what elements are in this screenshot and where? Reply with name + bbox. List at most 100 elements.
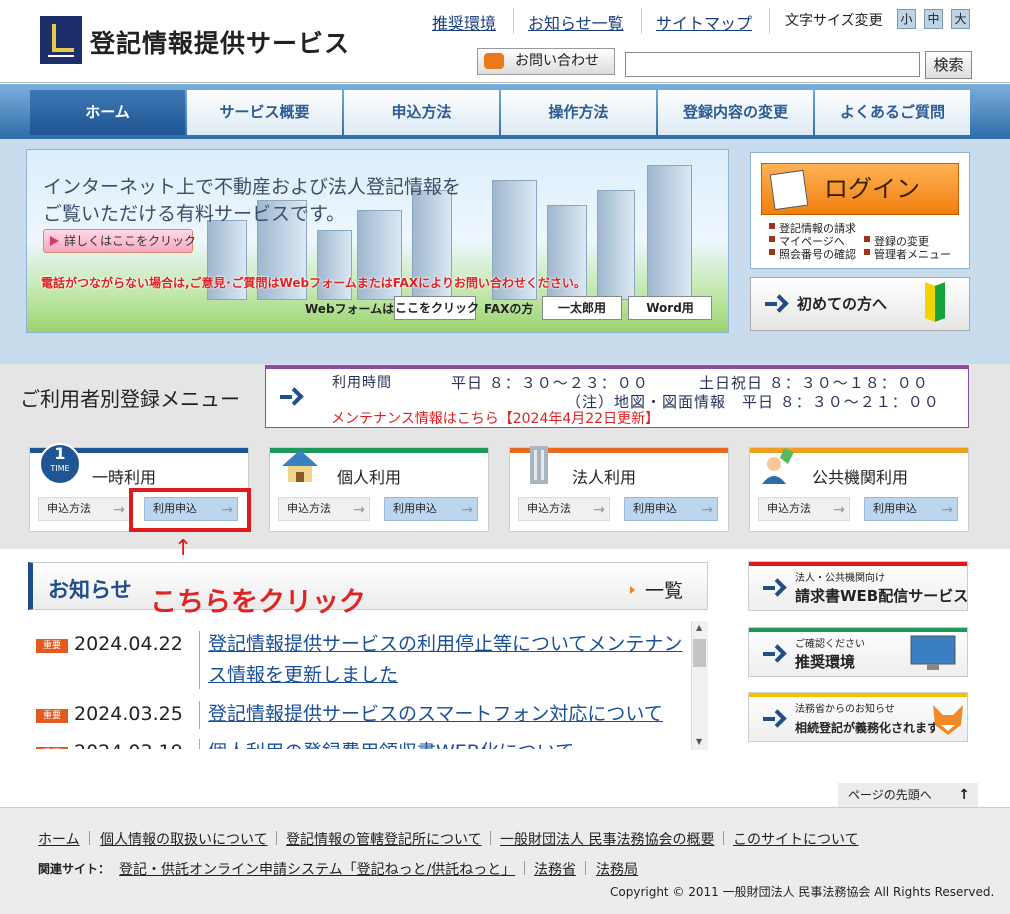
page-top-button[interactable]: ページの先頭へ ↑: [838, 783, 978, 807]
banner-subtitle: 法人・公共機関向け: [795, 573, 885, 584]
news-list: 重要 2024.04.22 登記情報提供サービスの利用停止等についてメンテナンス…: [28, 621, 690, 749]
divider: [276, 831, 277, 845]
search-input[interactable]: [625, 52, 920, 77]
important-badge: 重要: [36, 747, 68, 749]
logo-mark[interactable]: [40, 16, 82, 64]
public-apply-method-button[interactable]: 申込方法 →: [758, 497, 850, 521]
related-link-legal-bureau[interactable]: 法務局: [596, 859, 638, 879]
hero-details-button[interactable]: 詳しくはここをクリック: [43, 229, 196, 253]
arrow-right-icon: →: [113, 502, 125, 518]
button-label: 利用申込: [393, 502, 437, 515]
login-link-reference[interactable]: 照会番号の確認: [769, 246, 856, 262]
fax-word-button[interactable]: Word用: [628, 296, 712, 320]
hours-holiday: 土日祝日 ８：３０～１８：００: [699, 374, 929, 392]
banner-subtitle: ご確認ください: [795, 639, 865, 650]
login-link-admin[interactable]: 管理者メニュー: [864, 246, 951, 262]
card-title: 公共機関利用: [812, 468, 909, 487]
arrow-up-icon: ↑: [958, 787, 970, 803]
triangle-icon: [630, 586, 635, 594]
scroll-up-icon[interactable]: ▲: [696, 623, 702, 632]
temporary-apply-method-button[interactable]: 申込方法 →: [38, 497, 130, 521]
fax-ichitaro-button[interactable]: 一太郎用: [542, 296, 622, 320]
nav-service-overview[interactable]: サービス概要: [187, 90, 342, 135]
first-time-button[interactable]: 初めての方へ: [750, 277, 970, 331]
footer-link-privacy[interactable]: 個人情報の取扱いについて: [100, 829, 268, 849]
login-label: ログイン: [824, 175, 920, 203]
copyright: Copyright © 2011 一般財団法人 民事法務協会 All Right…: [610, 885, 995, 899]
individual-apply-method-button[interactable]: 申込方法 →: [278, 497, 370, 521]
font-size-label: 文字サイズ変更: [785, 13, 883, 29]
divider: [199, 631, 200, 689]
arrow-right-icon: →: [941, 502, 953, 518]
button-label: 申込方法: [47, 502, 91, 515]
login-button[interactable]: ログイン: [761, 163, 959, 215]
arrow-right-icon: [280, 389, 298, 405]
news-date: 2024.03.25: [74, 703, 183, 725]
news-link[interactable]: 登記情報提供サービスのスマートフォン対応について: [208, 699, 663, 730]
corporate-apply-method-button[interactable]: 申込方法 →: [518, 497, 610, 521]
public-apply-button[interactable]: 利用申込 →: [864, 497, 958, 521]
nav-application-method[interactable]: 申込方法: [344, 90, 499, 135]
scrollbar-thumb[interactable]: [693, 639, 706, 667]
font-size-medium-button[interactable]: 中: [924, 9, 943, 29]
top-link-sitemap[interactable]: サイトマップ: [656, 10, 752, 34]
news-all-link[interactable]: 一覧: [645, 576, 683, 603]
nav-home[interactable]: ホーム: [30, 90, 185, 135]
banner-recommended-env[interactable]: ご確認ください 推奨環境: [748, 627, 968, 677]
divider: [723, 831, 724, 845]
time-badge-label: TIME: [50, 464, 70, 473]
banner-accent: [749, 562, 967, 566]
news-link[interactable]: 個人利用の登録費用領収書WEB化について: [208, 737, 574, 749]
first-time-label: 初めての方へ: [797, 295, 888, 313]
arrow-right-icon: [763, 580, 781, 596]
arrow-right-icon: [763, 711, 781, 727]
news-link[interactable]: 登記情報提供サービスの利用停止等についてメンテナンス情報を更新しました: [208, 629, 688, 691]
card-title: 法人利用: [572, 468, 637, 487]
nav-faq[interactable]: よくあるご質問: [815, 90, 970, 135]
news-date: 2024.04.22: [74, 633, 183, 655]
button-label: 申込方法: [527, 502, 571, 515]
top-link-news-list[interactable]: お知らせ一覧: [528, 10, 624, 34]
related-link-online-application[interactable]: 登記・供託オンライン申請システム「登記ねっと/供託ねっと」: [119, 859, 515, 879]
button-label: 申込方法: [767, 502, 811, 515]
fox-mascot-icon: [933, 705, 963, 735]
footer-link-about-site[interactable]: このサイトについて: [733, 829, 859, 849]
footer-link-jurisdiction[interactable]: 登記情報の管轄登記所について: [286, 829, 482, 849]
card-corporate: 法人利用 申込方法 → 利用申込 →: [509, 446, 729, 532]
footer-link-association[interactable]: 一般財団法人 民事法務協会の概要: [500, 829, 714, 849]
top-link-recommended-env[interactable]: 推奨環境: [432, 10, 496, 34]
nav-operation-method[interactable]: 操作方法: [501, 90, 656, 135]
arrow-right-icon: →: [353, 502, 365, 518]
contact-button[interactable]: お問い合わせ: [477, 48, 615, 75]
card-public: 公共機関利用 申込方法 → 利用申込 →: [749, 447, 969, 532]
annotation-text: こちらをクリック: [150, 587, 366, 618]
building-illustration: [597, 190, 635, 300]
card-title: 一時利用: [92, 468, 157, 487]
arrow-right-icon: →: [833, 502, 845, 518]
arrow-right-icon: →: [461, 502, 473, 518]
corporate-apply-button[interactable]: 利用申込 →: [624, 497, 718, 521]
site-logo-text[interactable]: 登記情報提供サービス: [90, 24, 350, 60]
font-size-large-button[interactable]: 大: [951, 9, 970, 29]
maintenance-link[interactable]: メンテナンス情報はこちら【2024年4月22日更新】: [331, 408, 659, 428]
individual-apply-button[interactable]: 利用申込 →: [384, 497, 478, 521]
web-form-button[interactable]: ここをクリック: [394, 296, 479, 320]
arrow-right-icon: →: [593, 502, 605, 518]
font-size-small-button[interactable]: 小: [897, 9, 916, 29]
divider: [513, 8, 514, 34]
beginner-mark-icon: [925, 284, 945, 324]
banner-invoice-web[interactable]: 法人・公共機関向け 請求書WEB配信サービス: [748, 561, 968, 611]
related-link-moj[interactable]: 法務省: [534, 859, 576, 879]
divider: [199, 701, 200, 729]
divider: [199, 739, 200, 749]
nav-registration-change[interactable]: 登録内容の変更: [658, 90, 813, 135]
search-button[interactable]: 検索: [925, 51, 972, 79]
web-form-label: Webフォームは: [305, 302, 395, 316]
banner-inheritance-registration[interactable]: 法務省からのお知らせ 相続登記が義務化されます: [748, 692, 968, 742]
header-divider: [0, 82, 1010, 83]
footer-link-home[interactable]: ホーム: [38, 829, 80, 849]
contact-label: お問い合わせ: [515, 53, 599, 69]
highlight-annotation: [129, 488, 251, 532]
button-label: 利用申込: [633, 502, 677, 515]
scroll-down-icon[interactable]: ▼: [696, 737, 702, 746]
